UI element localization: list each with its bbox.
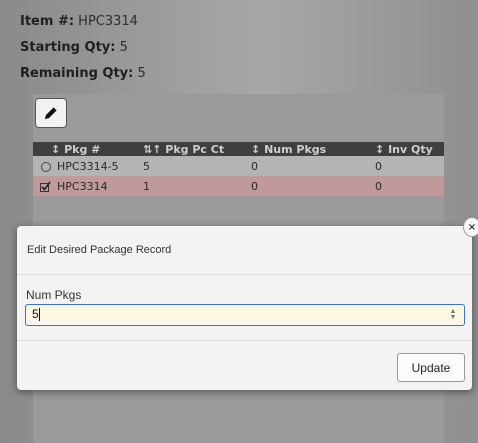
sort-icon: ↕	[251, 142, 261, 156]
remaining-qty-value: 5	[137, 66, 146, 81]
num-pkgs-input[interactable]: 5 ▲ ▼	[25, 304, 465, 326]
pkg-cell: HPC3314	[33, 176, 143, 196]
starting-qty: Starting Qty: 5	[20, 40, 128, 55]
num-pkgs-cell: 0	[251, 156, 375, 176]
divider	[17, 340, 472, 341]
pkg-cell: HPC3314-5	[33, 156, 143, 176]
inv-qty-cell: 0	[375, 156, 444, 176]
num-pkgs-label: Num Pkgs	[26, 288, 82, 302]
divider	[17, 274, 472, 275]
pencil-icon	[45, 106, 58, 119]
inv-qty-cell: 0	[375, 176, 444, 196]
sort-icon: ⇅↑	[143, 142, 162, 156]
pc-ct-cell: 1	[143, 176, 251, 196]
item-number-value: HPC3314	[78, 14, 138, 29]
table-row[interactable]: HPC3314-5 5 0 0	[33, 156, 444, 176]
close-icon[interactable]: ×	[463, 217, 478, 237]
num-pkgs-value: 5	[32, 307, 39, 321]
column-label: Inv Qty	[388, 142, 433, 156]
item-number-label: Item #:	[20, 14, 75, 29]
table-row[interactable]: HPC3314 1 0 0	[33, 176, 444, 196]
radio-unchecked-icon[interactable]	[41, 161, 51, 172]
starting-qty-label: Starting Qty:	[20, 40, 116, 55]
checkmark-icon[interactable]	[40, 181, 51, 192]
update-button[interactable]: Update	[397, 353, 465, 382]
column-header-pkg[interactable]: ↕ Pkg #	[33, 142, 143, 156]
pc-ct-cell: 5	[143, 156, 251, 176]
column-header-inv-qty[interactable]: ↕ Inv Qty	[375, 142, 444, 156]
num-pkgs-cell: 0	[251, 176, 375, 196]
sort-icon: ↕	[51, 142, 61, 156]
remaining-qty: Remaining Qty: 5	[20, 66, 146, 81]
column-label: Num Pkgs	[264, 142, 327, 156]
edit-button[interactable]	[35, 98, 67, 128]
pkg-value: HPC3314	[57, 179, 108, 193]
remaining-qty-label: Remaining Qty:	[20, 66, 134, 81]
spinner-arrows-icon[interactable]: ▲ ▼	[448, 308, 458, 322]
table-header-row: ↕ Pkg # ⇅↑ Pkg Pc Ct ↕ Num Pkgs ↕ Inv Qt…	[33, 142, 444, 156]
edit-package-dialog: Edit Desired Package Record Num Pkgs 5 ▲…	[17, 226, 472, 390]
starting-qty-value: 5	[119, 40, 128, 55]
dialog-title: Edit Desired Package Record	[27, 244, 172, 256]
sort-icon: ↕	[375, 142, 385, 156]
pkg-value: HPC3314-5	[57, 159, 119, 173]
column-label: Pkg #	[64, 142, 101, 156]
column-header-num-pkgs[interactable]: ↕ Num Pkgs	[251, 142, 375, 156]
column-header-pkg-pc-ct[interactable]: ⇅↑ Pkg Pc Ct	[143, 142, 251, 156]
package-table: ↕ Pkg # ⇅↑ Pkg Pc Ct ↕ Num Pkgs ↕ Inv Qt…	[33, 142, 444, 196]
column-label: Pkg Pc Ct	[165, 142, 225, 156]
item-number: Item #: HPC3314	[20, 14, 138, 29]
